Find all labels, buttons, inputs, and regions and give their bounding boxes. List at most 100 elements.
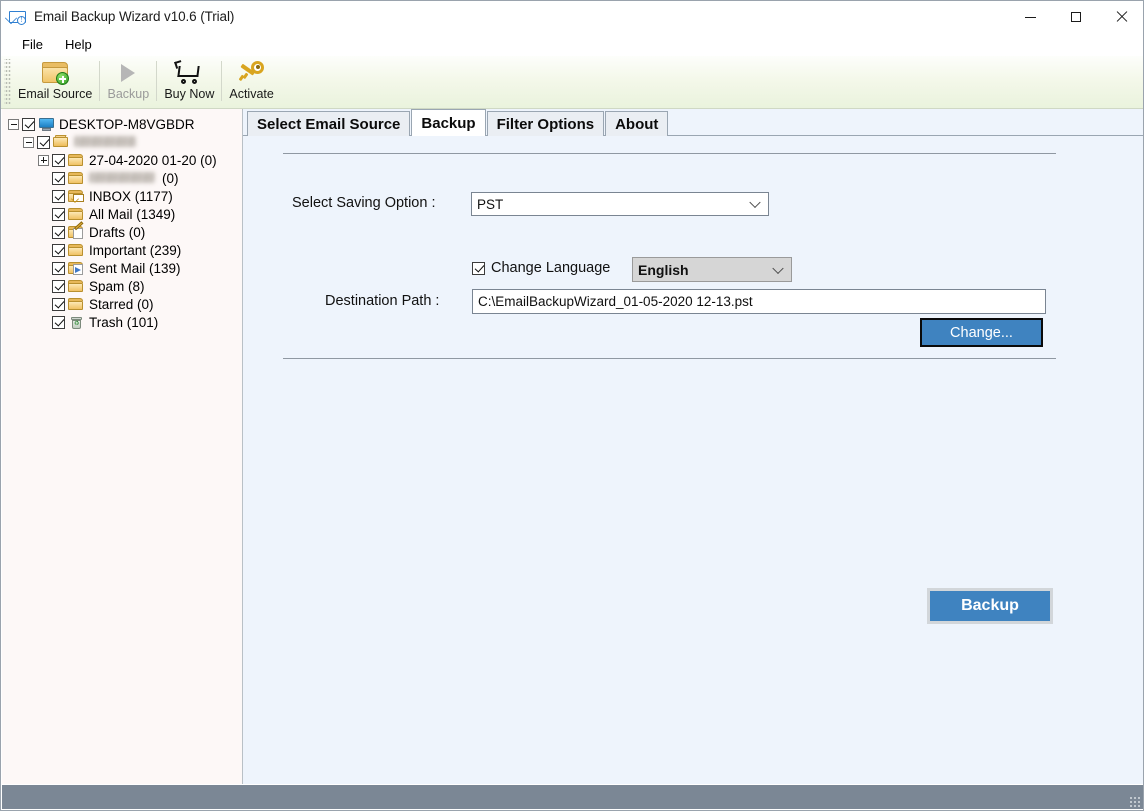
tree-item[interactable]: Spam (8) [2, 277, 242, 295]
folder-inbox-icon [68, 189, 85, 203]
toolbar-label-backup: Backup [107, 87, 150, 101]
tree-item-label: DESKTOP-M8VGBDR [59, 116, 195, 132]
folder-icon [68, 279, 85, 293]
destination-path-label: Destination Path : [325, 293, 440, 309]
envelope-app-icon: ! [9, 8, 27, 26]
maximize-button[interactable] [1053, 1, 1099, 32]
folder-drafts-icon [68, 221, 85, 239]
close-button[interactable] [1099, 1, 1143, 32]
minimize-icon [1024, 16, 1036, 18]
tree-item[interactable]: Drafts (0) [2, 221, 242, 241]
tree-expander-spacer [38, 317, 49, 328]
tree-item-label: 27-04-2020 01-20 (0) [89, 152, 217, 168]
shopping-cart-icon [172, 59, 206, 86]
tree-item[interactable]: DESKTOP-M8VGBDR [2, 115, 242, 133]
tree-expander-spacer [38, 245, 49, 256]
folder-trash-icon: ♻ [68, 315, 85, 329]
tree-item-checkbox[interactable] [52, 297, 65, 311]
saving-option-select[interactable]: PST [471, 192, 769, 216]
tree-expander-spacer [38, 281, 49, 292]
tree-item-checkbox[interactable] [52, 243, 65, 257]
folder-sent-icon [68, 261, 85, 275]
toolbar-label-activate: Activate [229, 87, 274, 101]
account-icon [53, 135, 70, 149]
tree-expander-spacer [38, 209, 49, 220]
toolbar-button-buy-now[interactable]: Buy Now [157, 56, 221, 106]
expand-icon[interactable] [38, 154, 49, 166]
tree-item[interactable]: Important (239) [2, 241, 242, 259]
change-language-checkbox[interactable] [472, 261, 485, 275]
application-window: ! Email Backup Wizard v10.6 (Trial) File… [0, 0, 1144, 811]
menu-item-help[interactable]: Help [56, 35, 101, 54]
language-select[interactable]: English [632, 257, 792, 282]
toolbar-button-email-source[interactable]: Email Source [11, 56, 99, 106]
tree-item[interactable]: ♻ Trash (101) [2, 313, 242, 331]
tree-item[interactable]: 27-04-2020 01-20 (0) [2, 151, 242, 169]
chevron-down-icon [772, 262, 784, 274]
tab-backup[interactable]: Backup [411, 109, 486, 136]
tree-item[interactable]: (0) [2, 169, 242, 187]
tree-item-label: Starred (0) [89, 296, 154, 312]
backup-form: Select Saving Option : PST Change Langua… [243, 136, 1143, 785]
tree-item-checkbox[interactable] [52, 315, 65, 329]
folder-icon [68, 243, 85, 257]
tree-item-label: Trash (101) [89, 314, 159, 330]
tree-item-checkbox[interactable] [52, 279, 65, 293]
destination-path-input[interactable]: C:\EmailBackupWizard_01-05-2020 12-13.ps… [472, 289, 1046, 314]
tree-item-label: INBOX (1177) [89, 188, 173, 204]
tree-item-checkbox[interactable] [37, 135, 50, 149]
folder-tree-panel[interactable]: DESKTOP-M8VGBDR 27-04-2020 01-20 (0) (0) IN… [2, 109, 243, 785]
toolbar-button-activate[interactable]: Activate [222, 56, 280, 106]
menu-item-file[interactable]: File [13, 35, 52, 54]
collapse-icon[interactable] [23, 136, 34, 148]
tree-item[interactable]: INBOX (1177) [2, 187, 242, 205]
monitor-icon [38, 117, 55, 131]
folder-add-icon [38, 59, 72, 86]
change-language-label: Change Language [491, 260, 611, 276]
change-path-button[interactable]: Change... [920, 318, 1043, 347]
change-language-checkbox-row[interactable]: Change Language [472, 260, 610, 276]
tree-item-checkbox[interactable] [52, 153, 65, 167]
redacted-label [74, 135, 136, 147]
toolbar-button-backup[interactable]: Backup [100, 56, 156, 106]
saving-option-value: PST [477, 196, 504, 212]
tree-item-label: Drafts (0) [89, 224, 146, 240]
tree-expander-spacer [38, 191, 49, 202]
status-bar [2, 784, 1143, 809]
tree-item-checkbox[interactable] [52, 225, 65, 239]
toolbar-drag-handle[interactable] [4, 59, 11, 104]
tab-about[interactable]: About [605, 111, 669, 136]
tab-strip: Select Email Source Backup Filter Option… [243, 109, 1143, 136]
tree-item[interactable] [2, 133, 242, 151]
tab-filter-options[interactable]: Filter Options [486, 111, 605, 136]
collapse-icon[interactable] [8, 118, 19, 130]
top-divider [283, 153, 1056, 154]
tree-item-checkbox[interactable] [22, 117, 35, 131]
backup-button[interactable]: Backup [927, 588, 1053, 624]
close-icon [1116, 11, 1128, 23]
toolbar-label-buy-now: Buy Now [164, 87, 215, 101]
tree-item[interactable]: Sent Mail (139) [2, 259, 242, 277]
resize-grip[interactable] [1128, 795, 1140, 807]
tree-item[interactable]: All Mail (1349) [2, 205, 242, 223]
redacted-label [89, 171, 155, 183]
tree-item-checkbox[interactable] [52, 171, 65, 185]
key-icon [235, 59, 269, 86]
tree-expander-spacer [38, 173, 49, 184]
bottom-divider [283, 358, 1056, 359]
window-title: Email Backup Wizard v10.6 (Trial) [34, 9, 235, 24]
tree-expander-spacer [38, 227, 49, 238]
tree-item-label: (0) [162, 170, 179, 186]
minimize-button[interactable] [1007, 1, 1053, 32]
tree-item-label: Spam (8) [89, 278, 145, 294]
backup-button-label: Backup [961, 597, 1019, 614]
window-controls [1007, 1, 1143, 32]
folder-icon [68, 171, 85, 185]
tree-item[interactable]: Starred (0) [2, 295, 242, 313]
folder-tree: DESKTOP-M8VGBDR 27-04-2020 01-20 (0) (0) IN… [2, 109, 242, 331]
tree-item-checkbox[interactable] [52, 261, 65, 275]
folder-icon [68, 297, 85, 311]
tree-item-checkbox[interactable] [52, 189, 65, 203]
tab-select-email-source[interactable]: Select Email Source [247, 111, 411, 136]
tree-item-checkbox[interactable] [52, 207, 65, 221]
